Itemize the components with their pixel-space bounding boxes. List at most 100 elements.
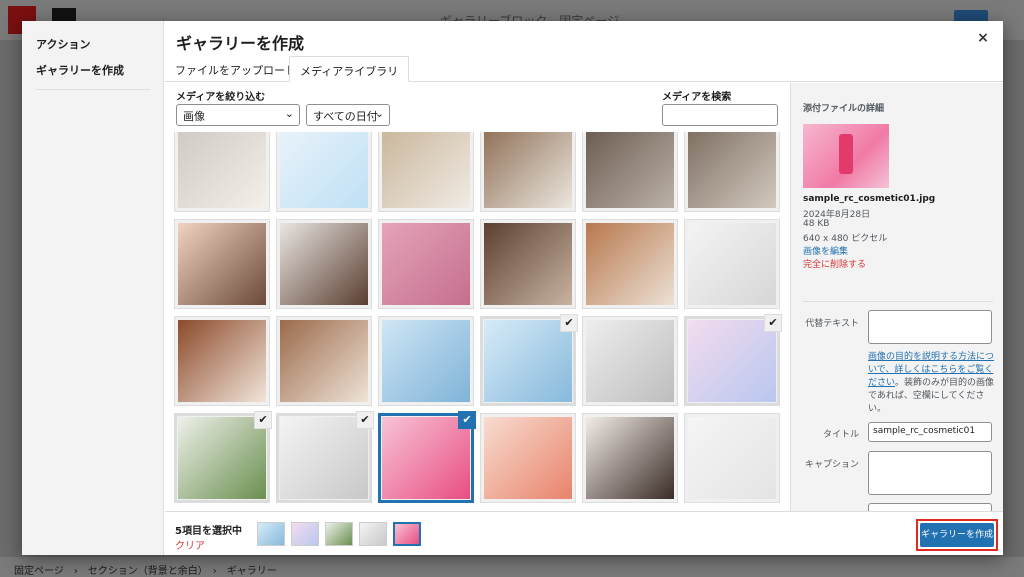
attachment-image (586, 320, 674, 402)
media-type-select[interactable]: 画像 ⌄ (176, 104, 300, 126)
selected-thumbnail[interactable] (257, 522, 285, 546)
attachment-thumbnail[interactable] (174, 132, 270, 212)
attachment-image (586, 132, 674, 208)
attachment-image (280, 320, 368, 402)
attachment-image (586, 223, 674, 305)
attachment-thumbnail[interactable] (582, 219, 678, 309)
attachment-thumbnail[interactable]: ✔ (480, 314, 578, 406)
check-icon[interactable]: ✔ (356, 411, 374, 429)
attachment-thumbnail[interactable] (174, 219, 270, 309)
edit-image-link[interactable]: 画像を編集 (803, 244, 848, 257)
menu-item-create-gallery[interactable]: ギャラリーを作成 (36, 62, 124, 78)
alt-text-label: 代替テキスト (805, 319, 859, 329)
attachment-thumbnail[interactable] (378, 316, 474, 406)
attachment-image (280, 223, 368, 305)
attachment-thumbnail[interactable] (684, 219, 780, 309)
attachment-thumbnail[interactable] (582, 316, 678, 406)
attachment-image (178, 132, 266, 208)
details-heading: 添付ファイルの詳細 (803, 104, 885, 114)
check-icon[interactable]: ✔ (560, 314, 578, 332)
attachment-image (382, 320, 470, 402)
check-icon[interactable]: ✔ (254, 411, 272, 429)
alt-text-help: 画像の目的を説明する方法についで、詳しくはこちらをご覧ください。装飾のみが目的の… (868, 351, 996, 416)
create-gallery-button[interactable]: ギャラリーを作成 (920, 523, 994, 547)
media-menu: アクション ギャラリーを作成 (22, 21, 164, 555)
chevron-down-icon: ⌄ (374, 107, 384, 120)
attachment-thumbnail[interactable] (378, 132, 474, 212)
attachment-image (688, 320, 776, 402)
attachment-thumbnail[interactable] (582, 132, 678, 212)
close-icon[interactable]: × (975, 30, 991, 50)
attachment-image (280, 132, 368, 208)
attachments-grid: ✔ ✔ ✔ ✔ ✔ (170, 132, 790, 511)
tab-media-library[interactable]: メディアライブラリ (289, 56, 410, 82)
details-dimensions: 640 x 480 ピクセル (803, 234, 888, 244)
filter-label: メディアを絞り込む (176, 92, 266, 103)
alt-text-field[interactable] (868, 310, 992, 344)
attachment-thumbnail[interactable] (684, 132, 780, 212)
media-tabs: ファイルをアップロード メディアライブラリ (165, 56, 1003, 82)
details-filename: sample_rc_cosmetic01.jpg (803, 194, 936, 204)
delete-permanently-link[interactable]: 完全に削除する (803, 257, 866, 270)
caption-label: キャプション (804, 460, 859, 470)
attachment-image (382, 132, 470, 208)
attachment-thumbnail[interactable] (378, 219, 474, 309)
date-select[interactable]: すべての日付 ⌄ (306, 104, 390, 126)
media-modal: アクション ギャラリーを作成 ギャラリーを作成 × ファイルをアップロード メデ… (22, 21, 1003, 555)
attachment-thumbnail[interactable] (276, 132, 372, 212)
title-field[interactable]: sample_rc_cosmetic01 (868, 422, 992, 442)
attachment-thumbnail[interactable]: ✔ (378, 411, 476, 503)
block-breadcrumb: 固定ページ › セクション（背景と余白） › ギャラリー (0, 557, 1024, 577)
attachment-image (382, 417, 470, 499)
attachment-thumbnail[interactable] (174, 316, 270, 406)
attachment-thumbnail[interactable]: ✔ (276, 411, 374, 503)
chevron-down-icon: ⌄ (284, 107, 294, 120)
selected-thumbnail[interactable] (359, 522, 387, 546)
menu-divider (36, 89, 150, 90)
modal-title: ギャラリーを作成 (176, 34, 305, 53)
attachment-thumbnail[interactable] (582, 413, 678, 503)
menu-heading: アクション (36, 38, 91, 51)
description-field[interactable] (868, 503, 992, 511)
attachment-thumbnail[interactable] (480, 413, 576, 503)
attachment-image (688, 223, 776, 305)
attachment-image (280, 417, 368, 499)
selected-thumbnail[interactable] (291, 522, 319, 546)
media-toolbar: 5項目を選択中 クリア ギャラリーを作成 (165, 511, 1003, 555)
title-label: タイトル (822, 430, 859, 440)
check-icon[interactable]: ✔ (458, 411, 476, 429)
attachment-image (178, 320, 266, 402)
attachment-thumbnail[interactable] (480, 219, 576, 309)
cosmetic-bottle-image (839, 134, 853, 174)
details-size: 48 KB (803, 219, 830, 229)
attachment-thumbnail[interactable]: ✔ (174, 411, 272, 503)
attachment-image (484, 320, 572, 402)
attachment-image (178, 417, 266, 499)
selection-count: 5項目を選択中 (175, 526, 242, 537)
media-type-value: 画像 (183, 110, 205, 123)
attachment-image (688, 417, 776, 499)
attachment-details: 添付ファイルの詳細 sample_rc_cosmetic01.jpg 2024年… (790, 83, 1003, 511)
attachment-image (484, 417, 572, 499)
search-input[interactable] (662, 104, 778, 126)
create-button-highlight: ギャラリーを作成 (916, 519, 998, 551)
details-divider (803, 301, 993, 302)
check-icon[interactable]: ✔ (764, 314, 782, 332)
attachment-image (178, 223, 266, 305)
tab-upload-files[interactable]: ファイルをアップロード (165, 56, 306, 82)
selected-thumbnail[interactable] (393, 522, 421, 546)
attachment-thumbnail[interactable]: ✔ (684, 314, 782, 406)
attachment-thumbnail[interactable] (276, 219, 372, 309)
attachment-thumbnail[interactable] (480, 132, 576, 212)
details-thumbnail (803, 124, 889, 188)
attachment-thumbnail[interactable] (684, 413, 780, 503)
attachment-image (382, 223, 470, 305)
selected-thumbnail[interactable] (325, 522, 353, 546)
clear-selection-link[interactable]: クリア (175, 537, 205, 552)
attachment-image (484, 132, 572, 208)
attachment-thumbnail[interactable] (276, 316, 372, 406)
date-value: すべての日付 (313, 110, 378, 123)
attachment-image (688, 132, 776, 208)
search-label: メディアを検索 (662, 92, 732, 103)
caption-field[interactable] (868, 451, 992, 495)
